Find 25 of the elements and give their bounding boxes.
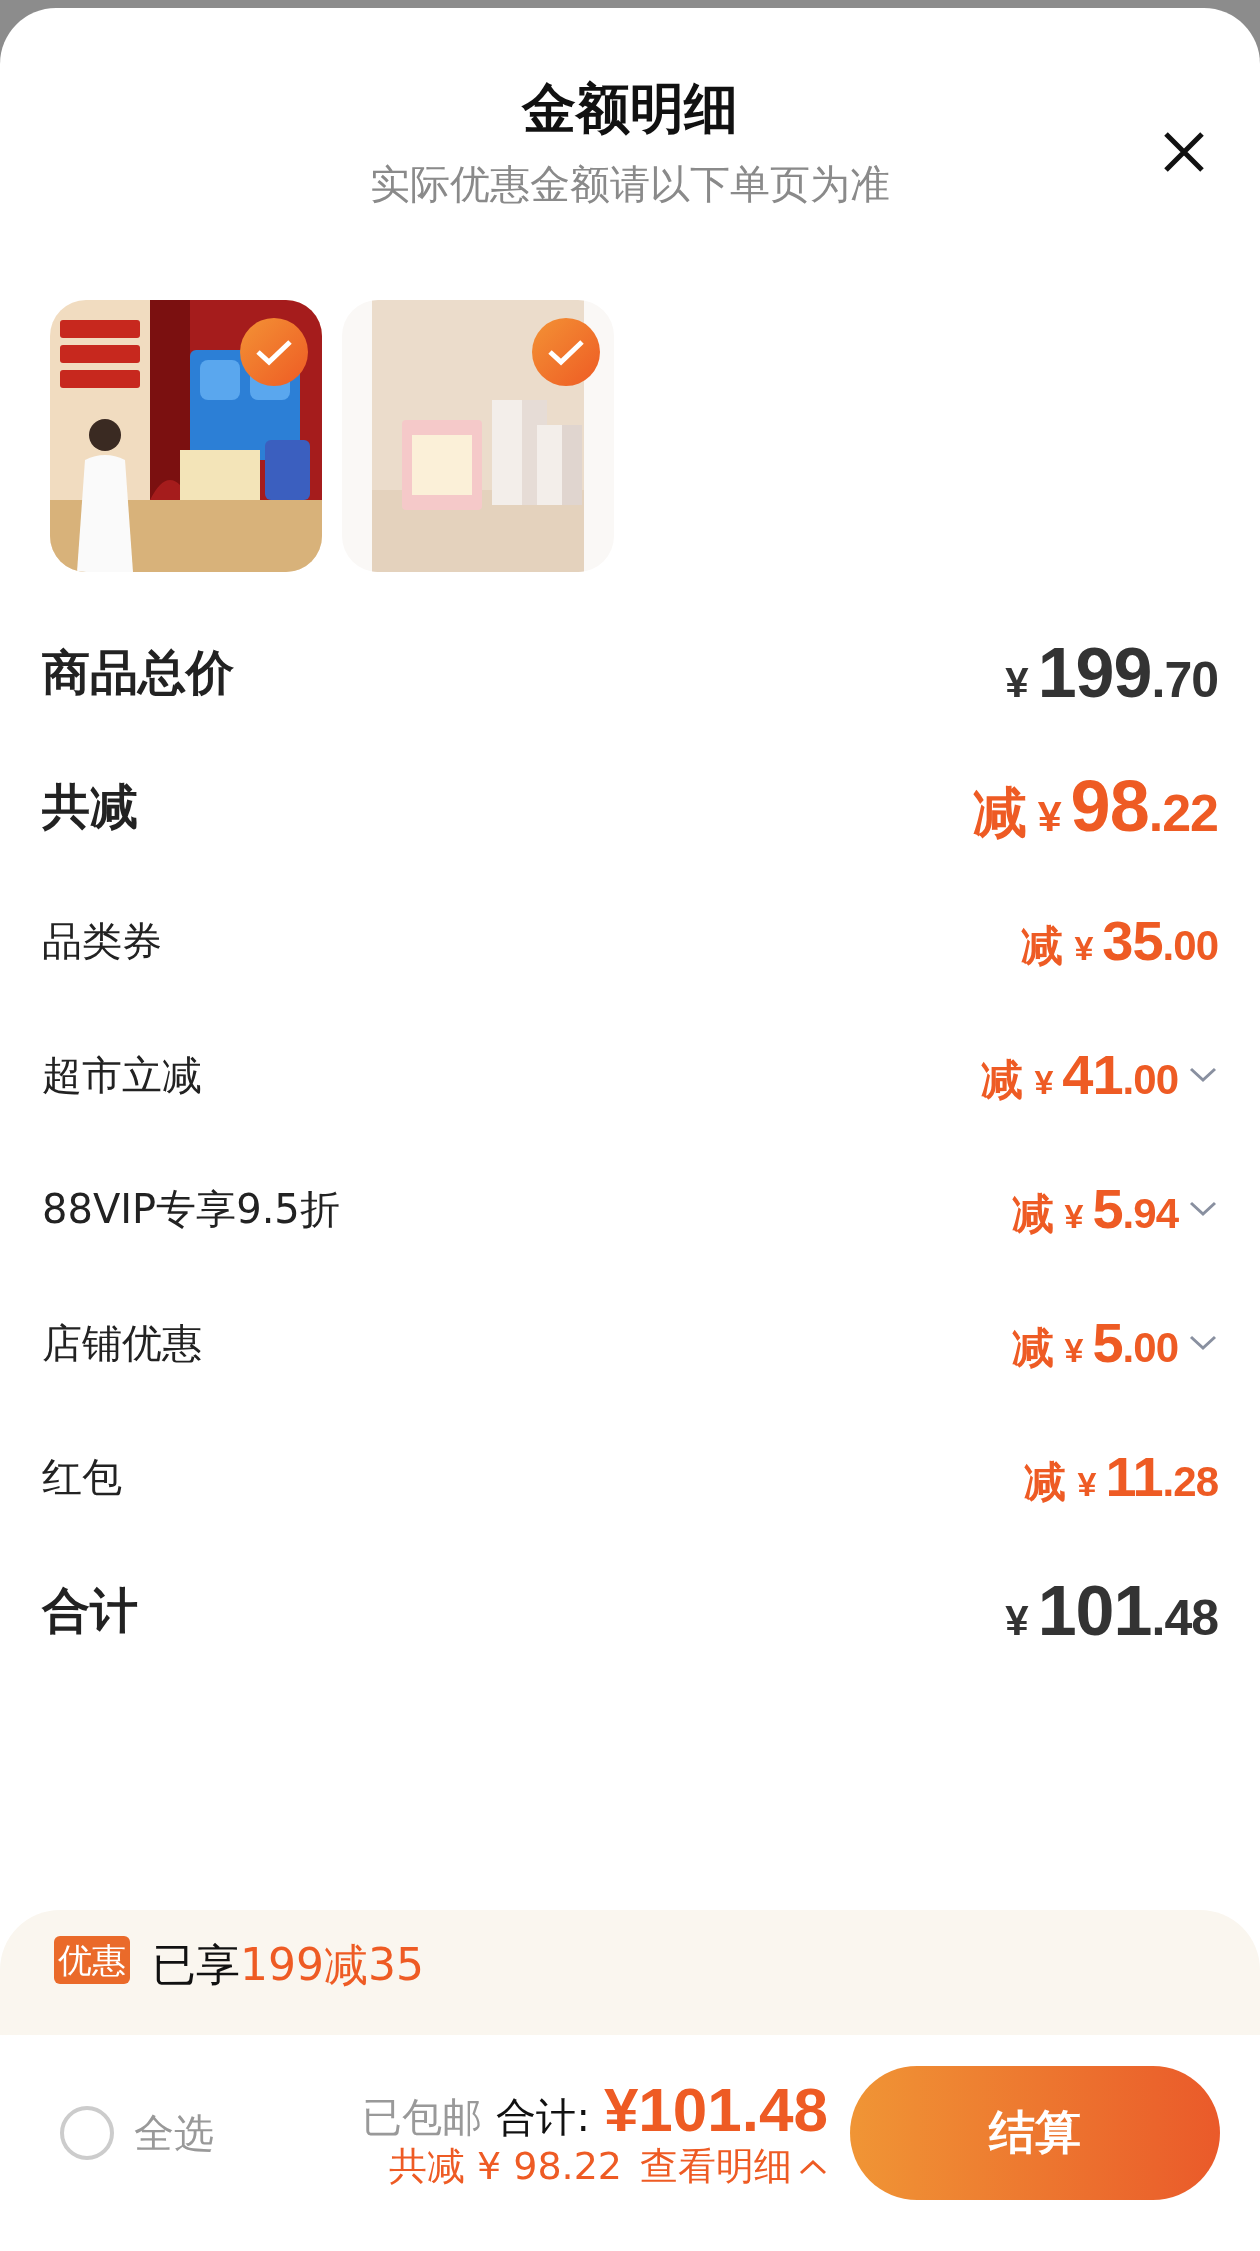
sheet-subtitle: 实际优惠金额请以下单页为准 bbox=[370, 160, 890, 209]
price-label: 合计 bbox=[42, 1581, 138, 1640]
price-amount: ¥199.70 bbox=[1005, 633, 1218, 713]
discount-amount: 减 ¥98.22 bbox=[972, 764, 1218, 848]
discount-amount: 减 ¥ 41.00 bbox=[981, 1042, 1178, 1108]
price-label: 共减 bbox=[42, 777, 138, 836]
price-label: 88VIP专享9.5折 bbox=[42, 1184, 340, 1234]
discount-badge: 优惠 bbox=[54, 1936, 130, 1984]
checkout-button[interactable]: 结算 bbox=[850, 2066, 1220, 2200]
price-label: 店铺优惠 bbox=[42, 1318, 202, 1368]
price-label: 商品总价 bbox=[42, 643, 234, 702]
promo-text: 已享199减35 bbox=[152, 1938, 424, 1992]
price-amount: ¥101.48 bbox=[1005, 1571, 1218, 1651]
sheet-title: 金额明细 bbox=[522, 76, 738, 142]
discount-amount: 减 ¥ 11.28 bbox=[1024, 1444, 1218, 1510]
price-label: 红包 bbox=[42, 1452, 122, 1502]
shipping-note: 已包邮 bbox=[362, 2093, 483, 2142]
discount-amount: 减 ¥ 5.00 bbox=[1011, 1310, 1178, 1376]
total-label: 合计: bbox=[496, 2093, 590, 2142]
price-label: 品类券 bbox=[42, 916, 162, 966]
price-label: 超市立减 bbox=[42, 1050, 202, 1100]
savings-text: 共减 ¥ 98.22 bbox=[388, 2143, 622, 2190]
discount-amount: 减 ¥ 5.94 bbox=[1011, 1176, 1178, 1242]
discount-amount: 减 ¥ 35.00 bbox=[1021, 908, 1218, 974]
select-all-checkbox[interactable]: 全选 bbox=[60, 2105, 214, 2161]
